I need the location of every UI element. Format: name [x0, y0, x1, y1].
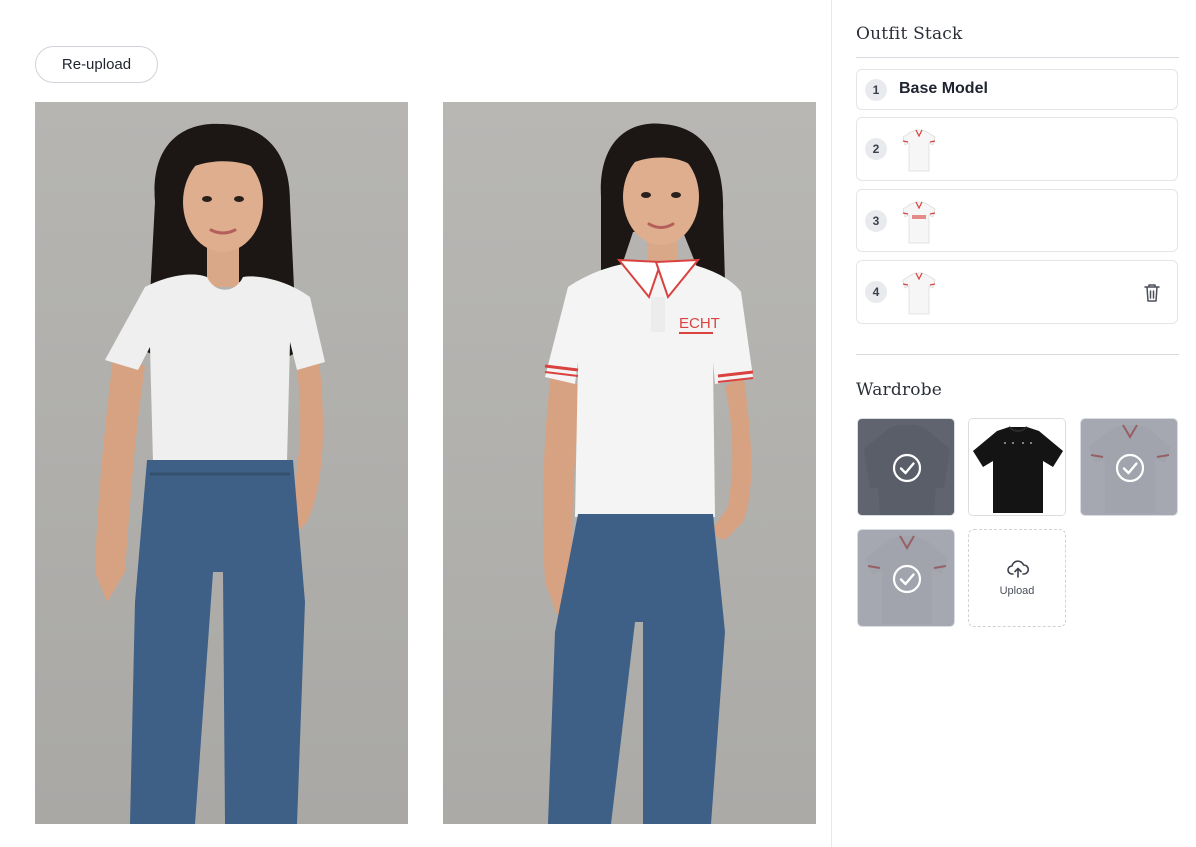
- wardrobe-title: Wardrobe: [856, 380, 943, 400]
- polo-thumbnail: [902, 272, 936, 315]
- polo-logo-text: ECHT: [679, 315, 720, 332]
- polo-thumbnail: [902, 129, 936, 172]
- result-model-illustration: ECHT: [443, 102, 816, 824]
- main-canvas: Re-upload ECHT: [0, 0, 831, 847]
- original-model-illustration: [35, 102, 408, 824]
- stack-item-3[interactable]: 3: [856, 189, 1178, 252]
- re-upload-button[interactable]: Re-upload: [35, 46, 158, 83]
- stack-number-badge: 4: [865, 281, 887, 303]
- cloud-upload-icon: [1007, 560, 1029, 578]
- stack-number-badge: 3: [865, 210, 887, 232]
- sidebar-panel: Outfit Stack 1 Base Model 2 3 4 Wardrobe…: [831, 0, 1196, 847]
- wardrobe-item-dark-longsleeve[interactable]: [857, 418, 955, 516]
- divider: [856, 354, 1179, 355]
- stack-item-base-model[interactable]: 1 Base Model: [856, 69, 1178, 110]
- stack-number-badge: 1: [865, 79, 887, 101]
- check-circle-icon: [892, 453, 922, 483]
- original-model-photo: [35, 102, 408, 824]
- upload-button[interactable]: Upload: [968, 529, 1066, 627]
- stack-item-label: Base Model: [899, 80, 988, 97]
- check-circle-icon: [1115, 453, 1145, 483]
- stack-item-2[interactable]: 2: [856, 117, 1178, 181]
- black-tshirt-image: [969, 419, 1065, 515]
- wardrobe-item-black-tshirt[interactable]: [968, 418, 1066, 516]
- divider: [856, 57, 1179, 58]
- polo-logo-thumbnail: [902, 201, 936, 244]
- wardrobe-item-white-polo[interactable]: [1080, 418, 1178, 516]
- stack-item-4[interactable]: 4: [856, 260, 1178, 324]
- check-circle-icon: [892, 564, 922, 594]
- outfit-stack-title: Outfit Stack: [856, 24, 963, 44]
- try-on-result-photo: ECHT: [443, 102, 816, 824]
- upload-label: Upload: [999, 585, 1035, 597]
- trash-icon[interactable]: [1143, 283, 1161, 303]
- wardrobe-item-white-polo-2[interactable]: [857, 529, 955, 627]
- stack-number-badge: 2: [865, 138, 887, 160]
